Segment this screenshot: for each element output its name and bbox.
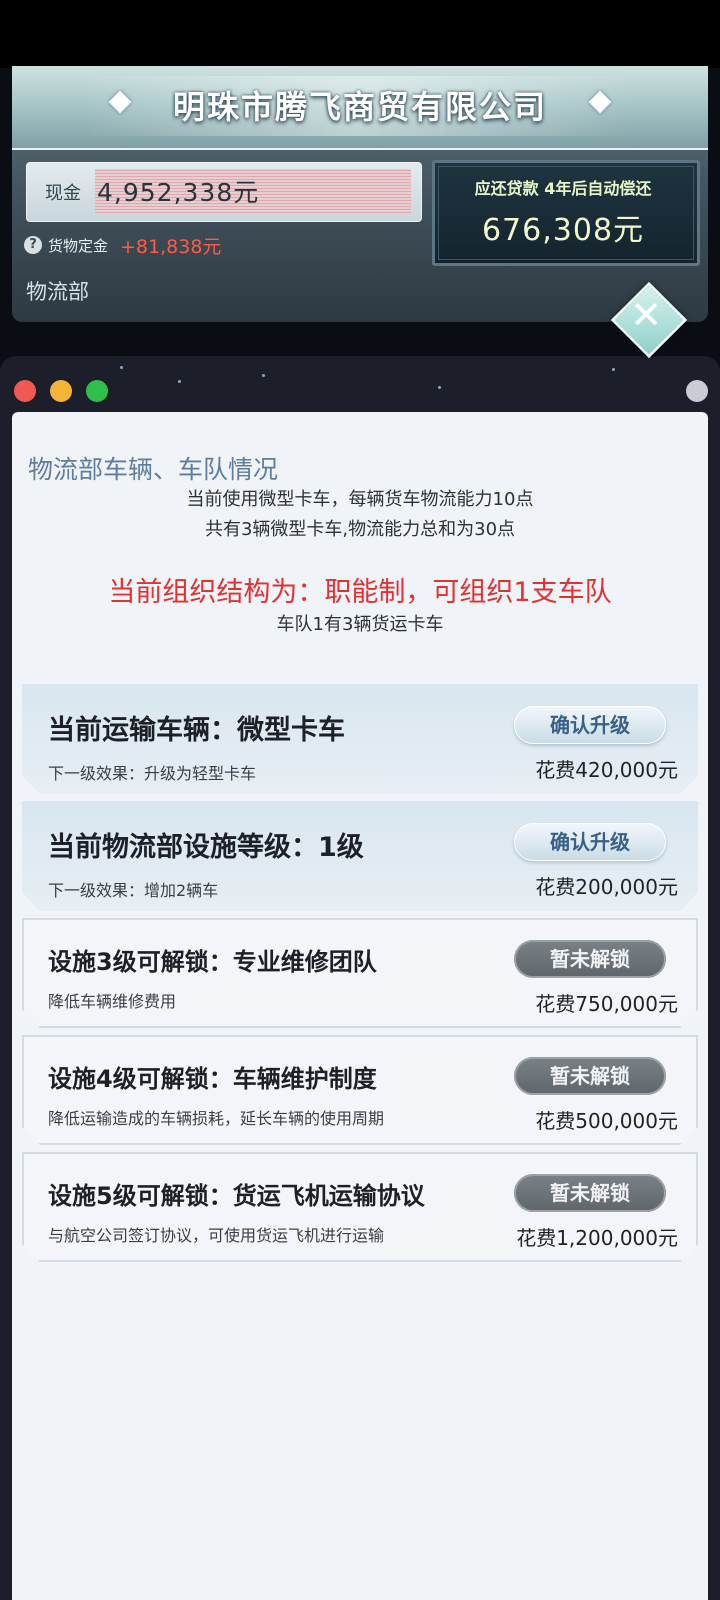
card-desc: 下一级效果：升级为轻型卡车: [48, 764, 257, 783]
cost-label: 花费500,000元: [535, 1109, 678, 1133]
cash-label: 现金: [45, 183, 81, 204]
confirm-upgrade-button[interactable]: 确认升级: [514, 823, 666, 861]
window-dot-yellow[interactable]: [50, 380, 72, 402]
loan-title: 应还贷款 4年后自动偿还: [474, 179, 652, 198]
card-desc: 下一级效果：增加2辆车: [48, 881, 219, 900]
card-title: 当前运输车辆：微型卡车: [48, 715, 345, 746]
cost-label: 花费1,200,000元: [516, 1226, 678, 1250]
loan-box: 应还贷款 4年后自动偿还 676,308元: [432, 160, 700, 266]
window-dot-red[interactable]: [14, 380, 36, 402]
close-button[interactable]: ✕: [610, 281, 688, 359]
info-line-2: 共有3辆微型卡车,物流能力总和为30点: [204, 519, 516, 540]
fleet-line: 车队1有3辆货运卡车: [276, 614, 444, 635]
locked-feature-card: 设施3级可解锁：专业维修团队 降低车辆维修费用 暂未解锁 花费750,000元: [22, 918, 698, 1028]
help-icon[interactable]: ?: [24, 236, 42, 254]
window-dot-gray: [686, 380, 708, 402]
locked-feature-card: 设施4级可解锁：车辆维护制度 降低运输造成的车辆损耗，延长车辆的使用周期 暂未解…: [22, 1035, 698, 1145]
locked-button[interactable]: 暂未解锁: [514, 940, 666, 978]
company-header-panel: 明珠市腾飞商贸有限公司 现金 4,952,338元 ? 货物定金 +81,838…: [12, 66, 708, 322]
card-title: 设施3级可解锁：专业维修团队: [48, 948, 377, 976]
status-bar: [0, 0, 720, 68]
company-banner: 明珠市腾飞商贸有限公司: [12, 66, 708, 150]
card-desc: 降低运输造成的车辆损耗，延长车辆的使用周期: [48, 1109, 385, 1128]
card-desc: 与航空公司签订协议，可使用货运飞机进行运输: [48, 1226, 385, 1245]
cash-box: 现金 4,952,338元: [26, 162, 422, 222]
card-title: 设施4级可解锁：车辆维护制度: [48, 1065, 377, 1093]
locked-button[interactable]: 暂未解锁: [514, 1057, 666, 1095]
window-dot-green[interactable]: [86, 380, 108, 402]
structure-line: 当前组织结构为：职能制，可组织1支车队: [108, 577, 612, 608]
facility-upgrade-card: 当前物流部设施等级：1级 下一级效果：增加2辆车 确认升级 花费200,000元: [22, 801, 698, 911]
deposit-value: +81,838元: [120, 236, 222, 258]
deposit-label: 货物定金: [48, 237, 109, 255]
cost-label: 花费750,000元: [535, 992, 678, 1016]
card-title: 当前物流部设施等级：1级: [48, 832, 364, 863]
locked-feature-card: 设施5级可解锁：货运飞机运输协议 与航空公司签订协议，可使用货运飞机进行运输 暂…: [22, 1152, 698, 1262]
window-content: 物流部车辆、车队情况 当前使用微型卡车，每辆货车物流能力10点 共有3辆微型卡车…: [12, 412, 708, 1600]
section-title: 物流部车辆、车队情况: [28, 455, 279, 484]
card-desc: 降低车辆维修费用: [48, 992, 177, 1011]
cost-label: 花费420,000元: [535, 758, 678, 782]
card-title: 设施5级可解锁：货运飞机运输协议: [48, 1182, 425, 1210]
confirm-upgrade-button[interactable]: 确认升级: [514, 706, 666, 744]
vehicle-upgrade-card: 当前运输车辆：微型卡车 下一级效果：升级为轻型卡车 确认升级 花费420,000…: [22, 684, 698, 794]
info-line-1: 当前使用微型卡车，每辆货车物流能力10点: [186, 489, 534, 510]
department-label: 物流部: [26, 280, 89, 304]
loan-value: 676,308元: [481, 213, 645, 248]
close-icon: ✕: [630, 293, 662, 337]
logistics-window: 物流部车辆、车队情况 当前使用微型卡车，每辆货车物流能力10点 共有3辆微型卡车…: [0, 356, 720, 1600]
cost-label: 花费200,000元: [535, 875, 678, 899]
locked-button[interactable]: 暂未解锁: [514, 1174, 666, 1212]
cash-value: 4,952,338元: [97, 178, 260, 207]
